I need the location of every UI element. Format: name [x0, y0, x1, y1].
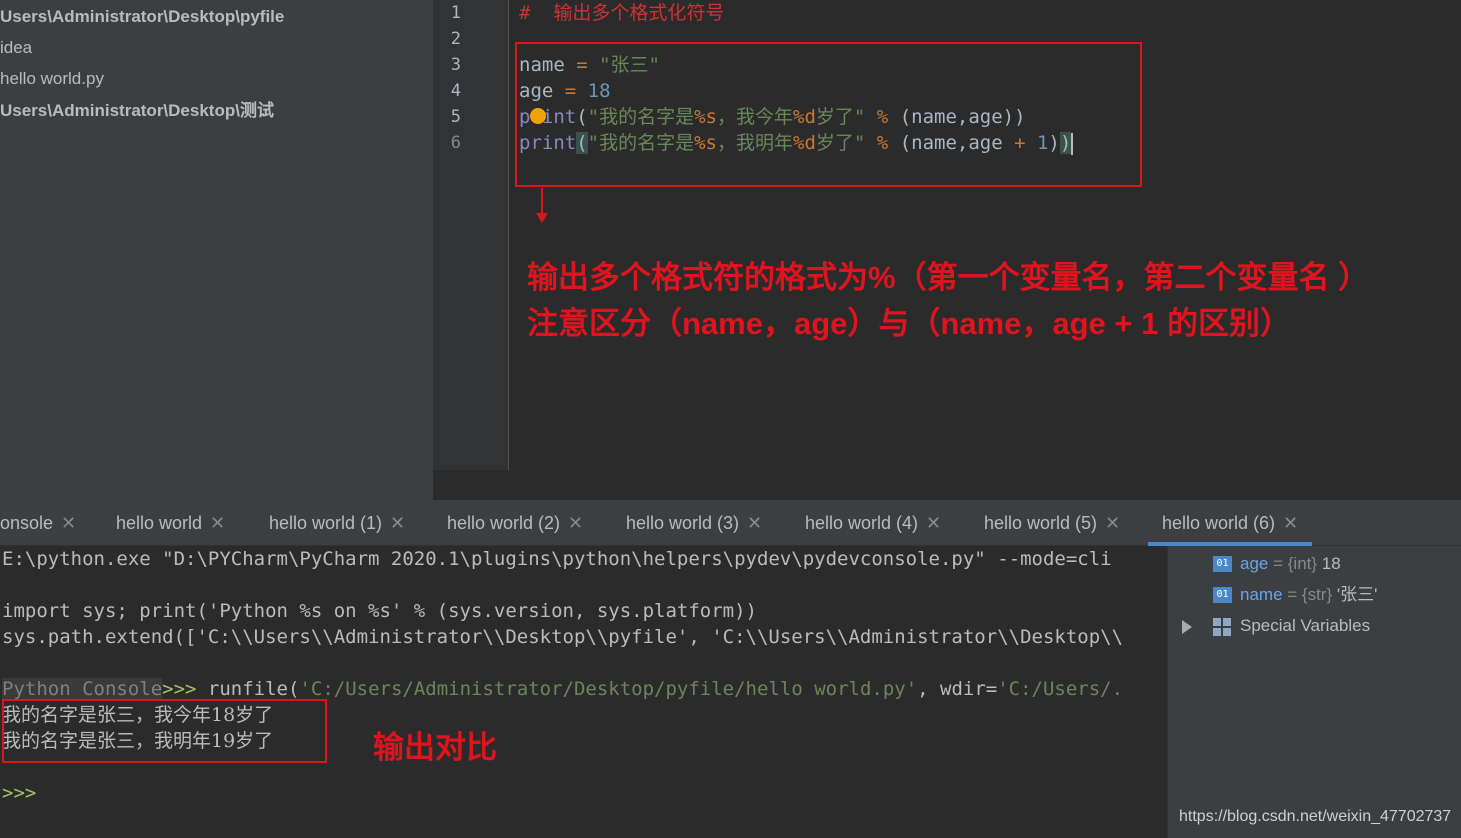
code-line-comment: # 输出多个格式化符号: [519, 2, 725, 24]
variable-type-icon: 01: [1213, 587, 1232, 603]
variable-type-icon: 01: [1213, 556, 1232, 572]
tree-item-hello-world-py[interactable]: hello world.py: [0, 63, 104, 94]
close-icon[interactable]: ✕: [1105, 513, 1120, 533]
tab-hello-world-6[interactable]: hello world (6) ✕: [1148, 500, 1313, 546]
variable-entry: name = {str} '张三': [1240, 579, 1377, 610]
line-number: 2: [450, 29, 461, 49]
variable-value: 18: [1321, 554, 1341, 573]
close-icon[interactable]: ✕: [926, 513, 941, 533]
tab-hello-world-1[interactable]: hello world (1) ✕: [269, 500, 405, 546]
variable-eq: =: [1282, 585, 1302, 604]
variable-type: {str}: [1301, 585, 1337, 604]
line-number: 5: [450, 107, 461, 127]
console-prompt-label: Python Console: [2, 678, 163, 700]
tab-hello-world-3[interactable]: hello world (3) ✕: [626, 500, 762, 546]
tab-label: hello world (5): [984, 513, 1098, 533]
console-token: runfile(: [196, 678, 300, 700]
console-line-cmd: E:\python.exe "D:\PYCharm\PyCharm 2020.1…: [2, 548, 1112, 570]
console-token: 'C:/Users/Administrator/Desktop/pyfile/h…: [299, 678, 918, 700]
close-icon[interactable]: ✕: [747, 513, 762, 533]
line-number: 4: [450, 81, 461, 101]
special-variables-label: Special Variables: [1240, 616, 1371, 635]
variable-value: '张三': [1336, 585, 1378, 604]
python-console[interactable]: E:\python.exe "D:\PYCharm\PyCharm 2020.1…: [0, 546, 1167, 838]
console-line-import: import sys; print('Python %s on %s' % (s…: [2, 600, 757, 622]
output-highlight-box: [2, 699, 327, 763]
run-tab-bar: onsole ✕ hello world ✕ hello world (1) ✕ he…: [0, 500, 1461, 546]
line-number: 1: [450, 3, 461, 23]
annotation-arrow: [541, 188, 543, 214]
line-number: 3: [450, 55, 461, 75]
variable-entry: age = {int} 18: [1240, 548, 1341, 579]
arrow-down-icon: [536, 213, 548, 223]
tab-hello-world-2[interactable]: hello world (2) ✕: [447, 500, 583, 546]
tab-label: hello world (2): [447, 513, 561, 533]
code-highlight-box: [515, 42, 1142, 187]
console-input-prompt[interactable]: >>>: [2, 780, 36, 806]
tab-label: hello world (3): [626, 513, 740, 533]
tab-label: hello world (6): [1162, 513, 1276, 533]
variable-row-name[interactable]: 01 name = {str} '张三': [1168, 579, 1461, 610]
project-tree: Users\Administrator\Desktop\pyfile idea …: [0, 0, 433, 500]
console-token: 'C:/Users/.: [997, 678, 1124, 700]
tab-hello-world-5[interactable]: hello world (5) ✕: [984, 500, 1120, 546]
tab-label: hello world (1): [269, 513, 383, 533]
tree-item-idea[interactable]: idea: [0, 32, 32, 63]
variable-name: name: [1240, 585, 1283, 604]
tab-hello-world-4[interactable]: hello world (4) ✕: [805, 500, 941, 546]
annotation-text-format: 输出多个格式符的格式为%（第一个变量名，第二个变量名 ）: [527, 260, 1370, 295]
console-token: , wdir=: [917, 678, 998, 700]
line-number-gutter: 1 2 3 4 5 6: [433, 0, 508, 470]
watermark: https://blog.csdn.net/weixin_47702737: [1179, 808, 1452, 825]
close-icon[interactable]: ✕: [210, 513, 225, 533]
special-variables-row[interactable]: Special Variables: [1168, 610, 1461, 641]
tab-label: hello world (4): [805, 513, 919, 533]
gutter-divider: [508, 0, 509, 470]
variables-panel: 01 age = {int} 18 01 name = {str} '张三' S…: [1167, 546, 1461, 838]
expand-arrow-icon[interactable]: [1182, 620, 1192, 634]
special-variables-icon: [1213, 618, 1231, 636]
variable-row-age[interactable]: 01 age = {int} 18: [1168, 548, 1461, 579]
tab-label: hello world: [116, 513, 203, 533]
tab-console[interactable]: onsole ✕: [0, 500, 76, 546]
console-line-path: sys.path.extend(['C:\\Users\\Administrat…: [2, 626, 1124, 648]
variable-name: age: [1240, 554, 1269, 573]
variable-eq: =: [1268, 554, 1288, 573]
line-number: 6: [450, 133, 461, 153]
tab-label: onsole: [0, 513, 54, 533]
close-icon[interactable]: ✕: [390, 513, 405, 533]
close-icon[interactable]: ✕: [1283, 513, 1298, 533]
tab-hello-world[interactable]: hello world ✕: [116, 500, 225, 546]
console-prompt: >>>: [162, 678, 197, 700]
close-icon[interactable]: ✕: [568, 513, 583, 533]
close-icon[interactable]: ✕: [61, 513, 76, 533]
annotation-text-compare: 输出对比: [373, 730, 497, 765]
variable-type: {int}: [1287, 554, 1322, 573]
annotation-text-difference: 注意区分（name，age）与（name，age + 1 的区别）: [527, 306, 1291, 341]
tree-item-pyfile[interactable]: Users\Administrator\Desktop\pyfile: [0, 1, 284, 32]
tree-item-test-folder[interactable]: Users\Administrator\Desktop\测试: [0, 95, 274, 126]
